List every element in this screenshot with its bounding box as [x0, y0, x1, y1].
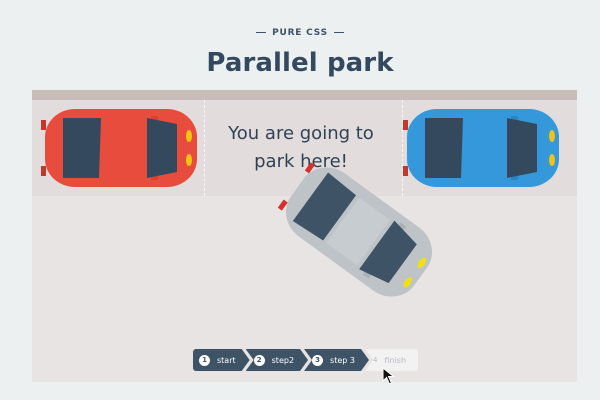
- parking-message: You are going to park here!: [228, 123, 374, 172]
- step-3[interactable]: 3 step 3: [304, 349, 369, 371]
- step-label: finish: [384, 355, 407, 365]
- step-label: start: [217, 355, 236, 365]
- step-number: 2: [254, 355, 265, 366]
- red-car: [41, 109, 197, 187]
- step-2[interactable]: 2 step2: [246, 349, 308, 371]
- blue-car: [403, 109, 559, 187]
- eyebrow-label: PURE CSS: [272, 27, 328, 38]
- eyebrow-rule-right: [333, 32, 344, 33]
- step-label: step 3: [330, 355, 355, 365]
- mouse-cursor-icon: [382, 367, 395, 385]
- eyebrow: PURE CSS: [256, 28, 344, 38]
- step-number: 4: [372, 356, 378, 364]
- sidewalk-band: [32, 90, 577, 100]
- page-header: PURE CSS Parallel park: [0, 18, 600, 78]
- step-number: 3: [312, 355, 323, 366]
- parking-scene: You are going to park here!: [32, 90, 577, 382]
- page-title: Parallel park: [206, 47, 394, 78]
- step-number: 1: [199, 355, 210, 366]
- step-progress: 1 start 2 step2 3 step 3 4 finish: [193, 349, 419, 371]
- eyebrow-rule-left: [256, 32, 267, 33]
- step-start[interactable]: 1 start: [193, 349, 250, 371]
- step-label: step2: [271, 355, 295, 365]
- parking-slot-line-left: [204, 100, 205, 196]
